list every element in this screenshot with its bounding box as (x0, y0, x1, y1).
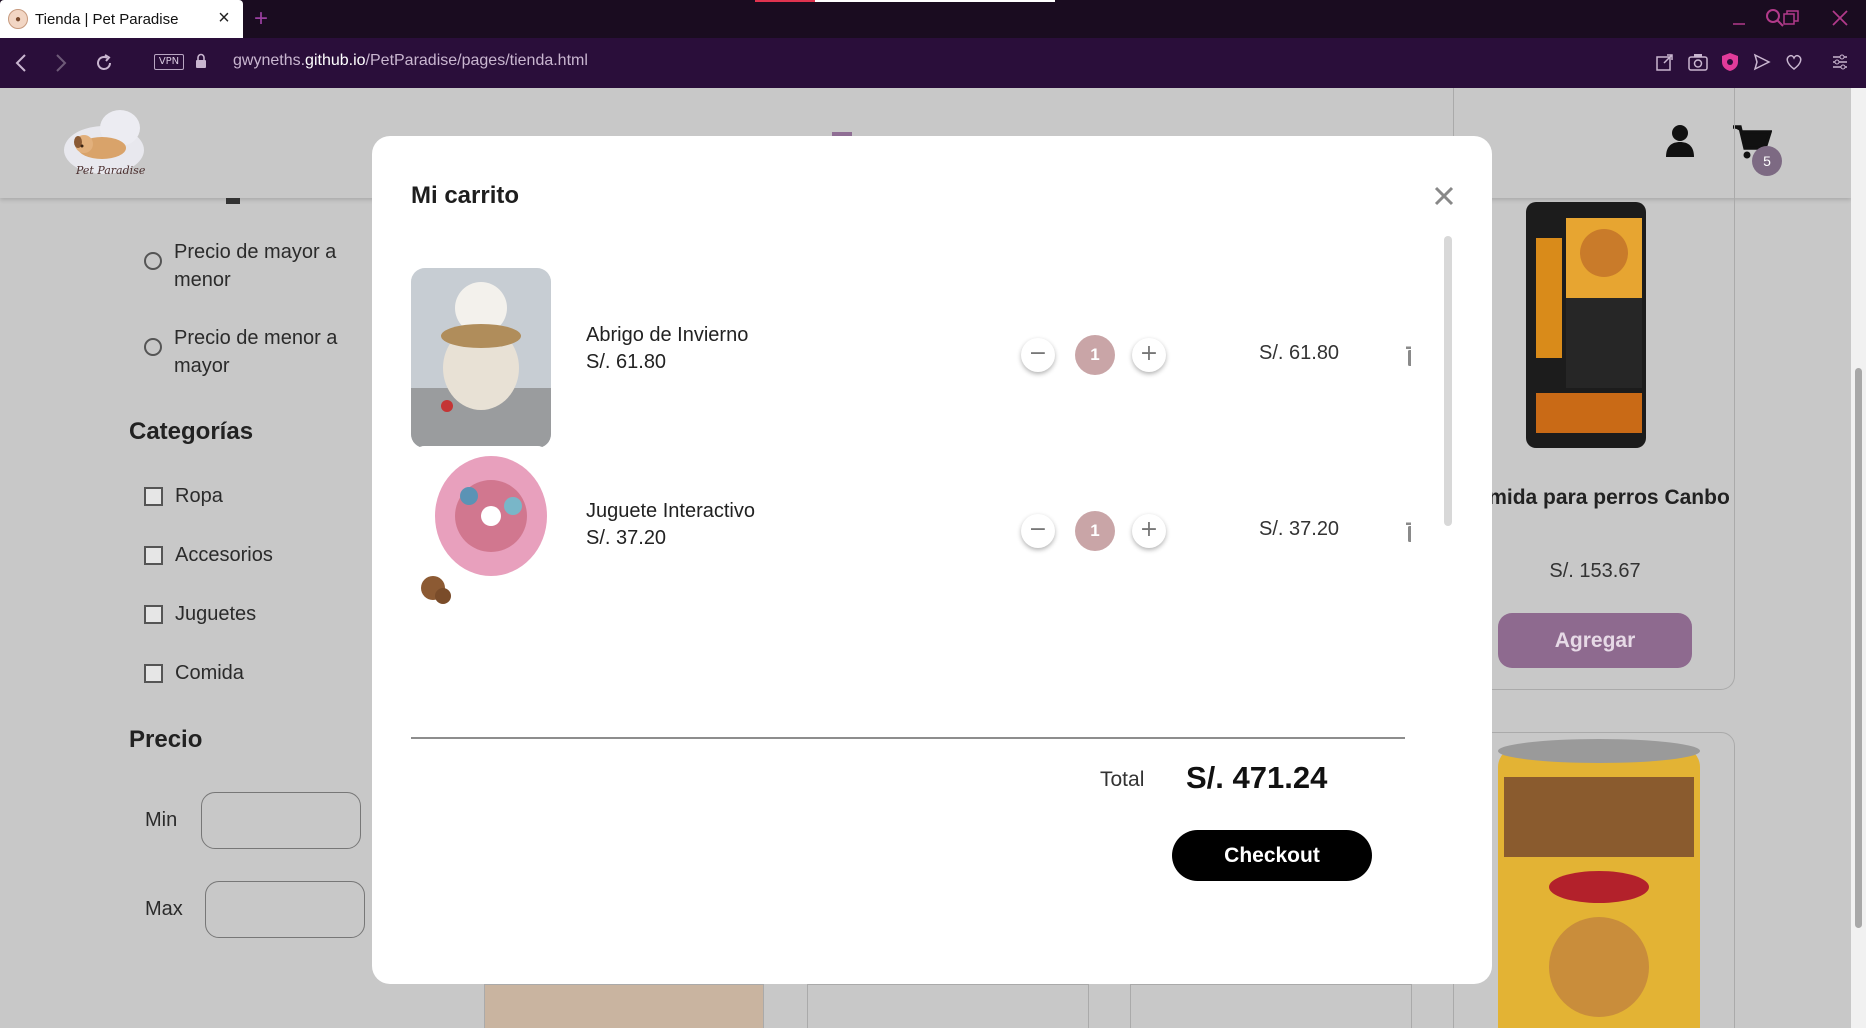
item-total: S/. 37.20 (1259, 518, 1340, 540)
price-title: Precio (129, 726, 203, 753)
logo-text: Pet Paradise (76, 164, 146, 177)
decrease-qty-button[interactable]: − (1021, 338, 1055, 372)
dog-food-bag-image (1526, 202, 1646, 448)
camera-icon[interactable] (1688, 53, 1708, 71)
product-thumb (1130, 984, 1412, 1028)
item-quantity: 1 (1075, 335, 1115, 375)
settings-icon[interactable] (1831, 53, 1849, 71)
sort-asc-radio[interactable] (144, 338, 162, 356)
reload-icon[interactable] (94, 53, 114, 73)
favicon-icon: ● (8, 9, 28, 29)
new-tab-button[interactable]: + (254, 5, 268, 33)
cart-scrollbar-thumb[interactable] (1444, 236, 1452, 526)
category-checkbox[interactable] (144, 664, 163, 683)
item-name: Juguete Interactivo (586, 500, 755, 522)
sort-asc-option[interactable]: Precio de menor a mayor (144, 324, 364, 380)
item-image (411, 446, 551, 626)
shield-icon[interactable] (1721, 52, 1739, 72)
cart-item: Abrigo de Invierno S/. 61.80 − 1 + S/. 6… (411, 236, 1411, 448)
cart-modal: Mi carrito Abrigo de Invierno S/. 61.80 … (372, 136, 1492, 984)
category-label: Accesorios (175, 544, 273, 566)
sort-section-title-cut (226, 198, 240, 204)
page-loading-progress (755, 0, 815, 2)
add-to-cart-button[interactable]: Agregar (1498, 613, 1692, 668)
increase-qty-button[interactable]: + (1132, 338, 1166, 372)
search-icon[interactable] (1765, 8, 1785, 28)
max-price-input[interactable] (205, 881, 365, 938)
category-comida[interactable]: Comida (144, 662, 244, 685)
tab-title: Tienda | Pet Paradise (35, 10, 179, 28)
vpn-badge[interactable]: VPN (154, 54, 184, 70)
total-value: S/. 471.24 (1186, 760, 1328, 795)
lock-icon[interactable] (195, 53, 207, 69)
category-ropa[interactable]: Ropa (144, 485, 223, 508)
total-label: Total (1100, 768, 1145, 791)
url-path: /PetParadise/pages/tienda.html (365, 52, 588, 69)
category-label: Comida (175, 662, 244, 684)
minimize-icon[interactable] (1731, 10, 1747, 26)
url-field[interactable]: gwyneths.github.io/PetParadise/pages/tie… (233, 52, 588, 70)
tab-close-icon[interactable]: × (215, 8, 233, 28)
decrease-qty-button[interactable]: − (1021, 514, 1055, 548)
url-prefix: gwyneths. (233, 52, 306, 69)
item-unit-price: S/. 37.20 (586, 527, 667, 549)
category-label: Ropa (175, 485, 223, 507)
increase-qty-button[interactable]: + (1132, 514, 1166, 548)
product-name: Comida para perros Canbo (1460, 486, 1730, 509)
min-price-input[interactable] (201, 792, 361, 849)
sort-asc-label: Precio de menor a mayor (174, 327, 338, 377)
address-bar: VPN gwyneths.github.io/PetParadise/pages… (0, 38, 1866, 88)
item-name: Abrigo de Invierno (586, 324, 749, 346)
page-scrollbar-thumb[interactable] (1855, 368, 1862, 928)
window-close-icon[interactable] (1832, 10, 1848, 26)
cart-items-list: Abrigo de Invierno S/. 61.80 − 1 + S/. 6… (411, 236, 1411, 638)
sort-desc-label: Precio de mayor a menor (174, 241, 337, 291)
category-label: Juguetes (175, 603, 257, 625)
send-icon[interactable] (1753, 53, 1771, 71)
item-total: S/. 61.80 (1259, 342, 1340, 364)
interactive-toy-image (411, 446, 551, 626)
product-thumb (807, 984, 1089, 1028)
browser-tab[interactable]: ● Tienda | Pet Paradise × (0, 0, 243, 38)
product-thumb (484, 984, 764, 1028)
pedigree-can-image (1498, 739, 1700, 1028)
page-scrollbar[interactable] (1851, 88, 1866, 1028)
browser-tab-bar: ● Tienda | Pet Paradise × + (0, 0, 1866, 38)
category-accesorios[interactable]: Accesorios (144, 544, 273, 567)
item-unit-price: S/. 61.80 (586, 351, 667, 373)
category-checkbox[interactable] (144, 605, 163, 624)
category-checkbox[interactable] (144, 546, 163, 565)
sort-desc-option[interactable]: Precio de mayor a menor (144, 238, 364, 294)
checkout-button[interactable]: Checkout (1172, 830, 1372, 881)
sort-desc-radio[interactable] (144, 252, 162, 270)
categories-title: Categorías (129, 418, 254, 445)
url-domain: github.io (305, 52, 366, 69)
item-image (411, 268, 551, 448)
restore-icon[interactable] (1783, 10, 1799, 26)
cart-item: Juguete Interactivo S/. 37.20 − 1 + S/. … (411, 446, 1411, 626)
back-icon[interactable] (14, 53, 28, 73)
share-icon[interactable] (1656, 53, 1674, 71)
forward-icon[interactable] (54, 53, 68, 73)
trash-icon[interactable] (1405, 344, 1411, 366)
category-juguetes[interactable]: Juguetes (144, 603, 256, 626)
item-quantity: 1 (1075, 511, 1115, 551)
product-card: Comida para perros Canbo S/. 153.67 Agre… (1453, 88, 1735, 690)
category-checkbox[interactable] (144, 487, 163, 506)
min-label: Min (145, 809, 178, 831)
trash-icon[interactable] (1405, 520, 1411, 542)
product-card (1453, 732, 1735, 1028)
close-icon[interactable] (1430, 182, 1458, 210)
cart-divider (411, 737, 1405, 739)
cart-modal-title: Mi carrito (411, 182, 520, 209)
max-label: Max (145, 898, 183, 920)
product-price: S/. 153.67 (1549, 560, 1641, 582)
heart-icon[interactable] (1785, 53, 1803, 71)
cart-count-badge: 5 (1752, 146, 1782, 176)
dog-coat-image (411, 268, 551, 448)
